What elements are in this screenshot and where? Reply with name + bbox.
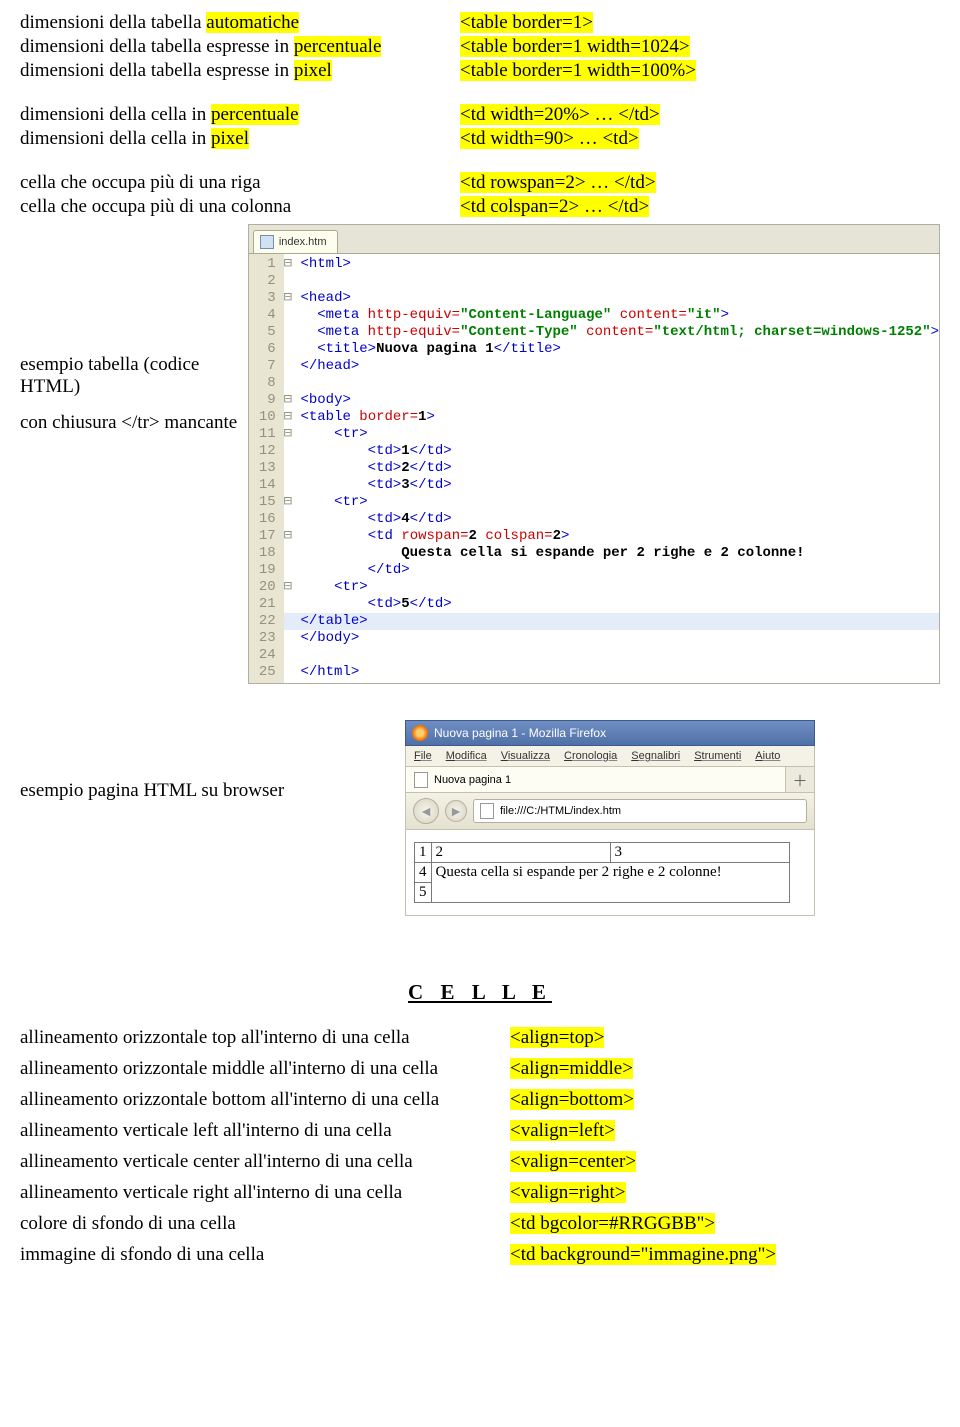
def-code: <td width=20%> … </td> <box>460 104 920 126</box>
cell-def-label: allineamento verticale right all'interno… <box>20 1182 510 1204</box>
browser-screenshot: Nuova pagina 1 - Mozilla Firefox File Mod… <box>405 720 815 916</box>
cell-def-code: <valign=left> <box>510 1120 615 1142</box>
cell: 3 <box>610 843 789 863</box>
menu-item[interactable]: Aiuto <box>755 750 780 762</box>
cell-def-label: allineamento orizzontale bottom all'inte… <box>20 1089 510 1111</box>
section-title: C E L L E <box>20 980 940 1005</box>
cell-def-code: <align=middle> <box>510 1058 633 1080</box>
cell: 2 <box>431 843 610 863</box>
browser-tab-label: Nuova pagina 1 <box>434 774 511 786</box>
def-label: dimensioni della tabella espresse in pix… <box>20 60 460 82</box>
browser-toolbar: ◄ ► file:///C:/HTML/index.htm <box>405 793 815 830</box>
def-code: <td colspan=2> … </td> <box>460 196 920 218</box>
def-label: dimensioni della cella in pixel <box>20 128 460 150</box>
cell: 5 <box>415 883 432 903</box>
line-gutter: 1234567891011121314151617181920212223242… <box>249 254 284 683</box>
cell-def-code: <td bgcolor=#RRGGBB"> <box>510 1213 715 1235</box>
cell: 4 <box>415 863 432 883</box>
browser-titlebar: Nuova pagina 1 - Mozilla Firefox <box>405 720 815 746</box>
new-tab-button[interactable]: ＋ <box>786 767 814 792</box>
cell-def-label: colore di sfondo di una cella <box>20 1213 510 1235</box>
def-code: <td rowspan=2> … </td> <box>460 172 920 194</box>
url-bar[interactable]: file:///C:/HTML/index.htm <box>473 799 807 823</box>
def-code: <table border=1 width=1024> <box>460 36 920 58</box>
def-code: <table border=1> <box>460 12 920 34</box>
caption-browser: esempio pagina HTML su browser <box>20 720 405 802</box>
window-title: Nuova pagina 1 - Mozilla Firefox <box>434 726 606 740</box>
cell: 1 <box>415 843 432 863</box>
def-code: <table border=1 width=100%> <box>460 60 920 82</box>
code-area[interactable]: ⊟ <html> ⊟ <head> <meta http-equiv="Cont… <box>284 254 939 683</box>
cell-def-label: allineamento orizzontale middle all'inte… <box>20 1058 510 1080</box>
editor-tab[interactable]: index.htm <box>253 230 338 253</box>
file-icon <box>260 235 274 249</box>
def-label: cella che occupa più di una colonna <box>20 196 460 218</box>
page-icon <box>414 772 428 788</box>
cell-def-label: allineamento verticale left all'interno … <box>20 1120 510 1142</box>
editor-tab-label: index.htm <box>279 236 327 248</box>
cell-def-code: <td background="immagine.png"> <box>510 1244 776 1266</box>
caption-code2: con chiusura </tr> mancante <box>20 412 248 434</box>
menu-item[interactable]: Visualizza <box>501 750 550 762</box>
def-label: dimensioni della tabella automatiche <box>20 12 460 34</box>
cell-def-label: immagine di sfondo di una cella <box>20 1244 510 1266</box>
def-label: dimensioni della cella in percentuale <box>20 104 460 126</box>
browser-menubar[interactable]: File Modifica Visualizza Cronologia Segnalib… <box>405 746 815 767</box>
browser-tabstrip: Nuova pagina 1 ＋ <box>405 767 815 793</box>
page-icon <box>480 803 494 819</box>
cell-def-code: <valign=right> <box>510 1182 626 1204</box>
browser-tab[interactable]: Nuova pagina 1 <box>406 767 786 792</box>
menu-item[interactable]: File <box>414 750 432 762</box>
cell-def-code: <valign=center> <box>510 1151 636 1173</box>
caption-code: esempio tabella (codice HTML) <box>20 354 248 398</box>
back-button[interactable]: ◄ <box>413 798 439 824</box>
url-text: file:///C:/HTML/index.htm <box>500 805 621 817</box>
cell-def-label: allineamento orizzontale top all'interno… <box>20 1027 510 1049</box>
menu-item[interactable]: Cronologia <box>564 750 617 762</box>
firefox-icon <box>412 725 428 741</box>
rendered-table: 1 2 3 4 Questa cella si espande per 2 ri… <box>414 842 790 903</box>
browser-viewport: 1 2 3 4 Questa cella si espande per 2 ri… <box>405 830 815 916</box>
cell-def-code: <align=bottom> <box>510 1089 634 1111</box>
code-editor-screenshot: index.htm 123456789101112131415161718192… <box>248 224 940 684</box>
forward-button[interactable]: ► <box>445 800 467 822</box>
def-label: cella che occupa più di una riga <box>20 172 460 194</box>
editor-tabbar: index.htm <box>248 224 940 254</box>
menu-item[interactable]: Segnalibri <box>631 750 680 762</box>
menu-item[interactable]: Strumenti <box>694 750 741 762</box>
menu-item[interactable]: Modifica <box>446 750 487 762</box>
def-code: <td width=90> … <td> <box>460 128 920 150</box>
cell-span: Questa cella si espande per 2 righe e 2 … <box>431 863 789 903</box>
def-label: dimensioni della tabella espresse in per… <box>20 36 460 58</box>
cell-def-label: allineamento verticale center all'intern… <box>20 1151 510 1173</box>
cell-def-code: <align=top> <box>510 1027 604 1049</box>
